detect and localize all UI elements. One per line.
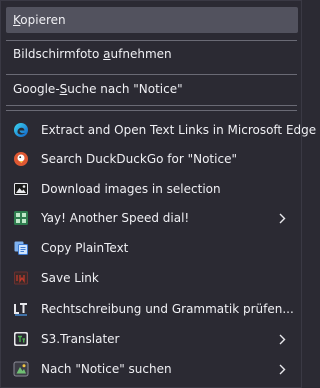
chevron-right-icon: [279, 326, 286, 352]
label-part: Bildschirmfoto: [13, 47, 104, 61]
access-key: a: [103, 47, 111, 61]
menu-item-spellcheck[interactable]: Rechtschreibung und Grammatik prüfen...: [6, 296, 298, 322]
menu-item-nach-suchen[interactable]: Nach "Notice" suchen: [6, 356, 298, 382]
menu-item-label: Kopieren: [6, 13, 66, 27]
menu-item-copy-plaintext[interactable]: Copy PlainText: [6, 235, 298, 261]
menu-item-save-link[interactable]: Save Link: [6, 265, 298, 291]
context-menu: Kopieren Bildschirmfoto aufnehmen Google…: [0, 0, 316, 388]
menu-item-speed-dial[interactable]: Yay! Another Speed dial!: [6, 205, 298, 231]
label-rest: opieren: [20, 13, 66, 27]
edge-icon: [13, 122, 29, 138]
menu-item-duckduckgo[interactable]: Search DuckDuckGo for "Notice": [6, 146, 298, 172]
duckduckgo-icon: [13, 151, 29, 167]
menu-item-download-images[interactable]: Download images in selection: [6, 176, 298, 202]
menu-item-google-search[interactable]: Google-Suche nach "Notice": [6, 76, 298, 102]
languagetool-icon: [13, 301, 29, 317]
menu-item-label: Yay! Another Speed dial!: [41, 211, 190, 225]
menu-separator: [6, 74, 297, 75]
menu-item-label: Google-Suche nach "Notice": [6, 82, 183, 96]
copy-plaintext-icon: [13, 240, 29, 256]
menu-item-label: Bildschirmfoto aufnehmen: [6, 47, 172, 61]
label-part: Google-: [13, 82, 60, 96]
chevron-right-icon: [279, 205, 286, 231]
menu-item-label: Nach "Notice" suchen: [41, 362, 172, 376]
chevron-right-icon: [279, 356, 286, 382]
menu-item-label: Rechtschreibung und Grammatik prüfen...: [41, 302, 294, 316]
menu-separator: [6, 110, 297, 111]
menu-item-edge-links[interactable]: Extract and Open Text Links in Microsoft…: [6, 117, 316, 143]
label-part: uche nach "Notice": [67, 82, 183, 96]
menu-item-screenshot[interactable]: Bildschirmfoto aufnehmen: [6, 41, 298, 67]
menu-item-label: Search DuckDuckGo for "Notice": [41, 152, 237, 166]
search-extension-icon: [13, 361, 29, 377]
menu-item-label: Save Link: [41, 271, 99, 285]
s3-translator-icon: [13, 331, 29, 347]
save-link-icon: [13, 270, 29, 286]
menu-item-s3-translater[interactable]: S3.Translater: [6, 326, 298, 352]
menu-separator: [6, 105, 297, 106]
menu-item-label: S3.Translater: [41, 332, 120, 346]
speed-dial-icon: [13, 210, 29, 226]
menu-item-label: Extract and Open Text Links in Microsoft…: [41, 123, 317, 137]
menu-item-label: Download images in selection: [41, 182, 221, 196]
download-images-icon: [13, 181, 29, 197]
menu-item-kopieren[interactable]: Kopieren: [6, 7, 298, 33]
label-part: ufnehmen: [110, 47, 172, 61]
menu-item-label: Copy PlainText: [41, 241, 129, 255]
